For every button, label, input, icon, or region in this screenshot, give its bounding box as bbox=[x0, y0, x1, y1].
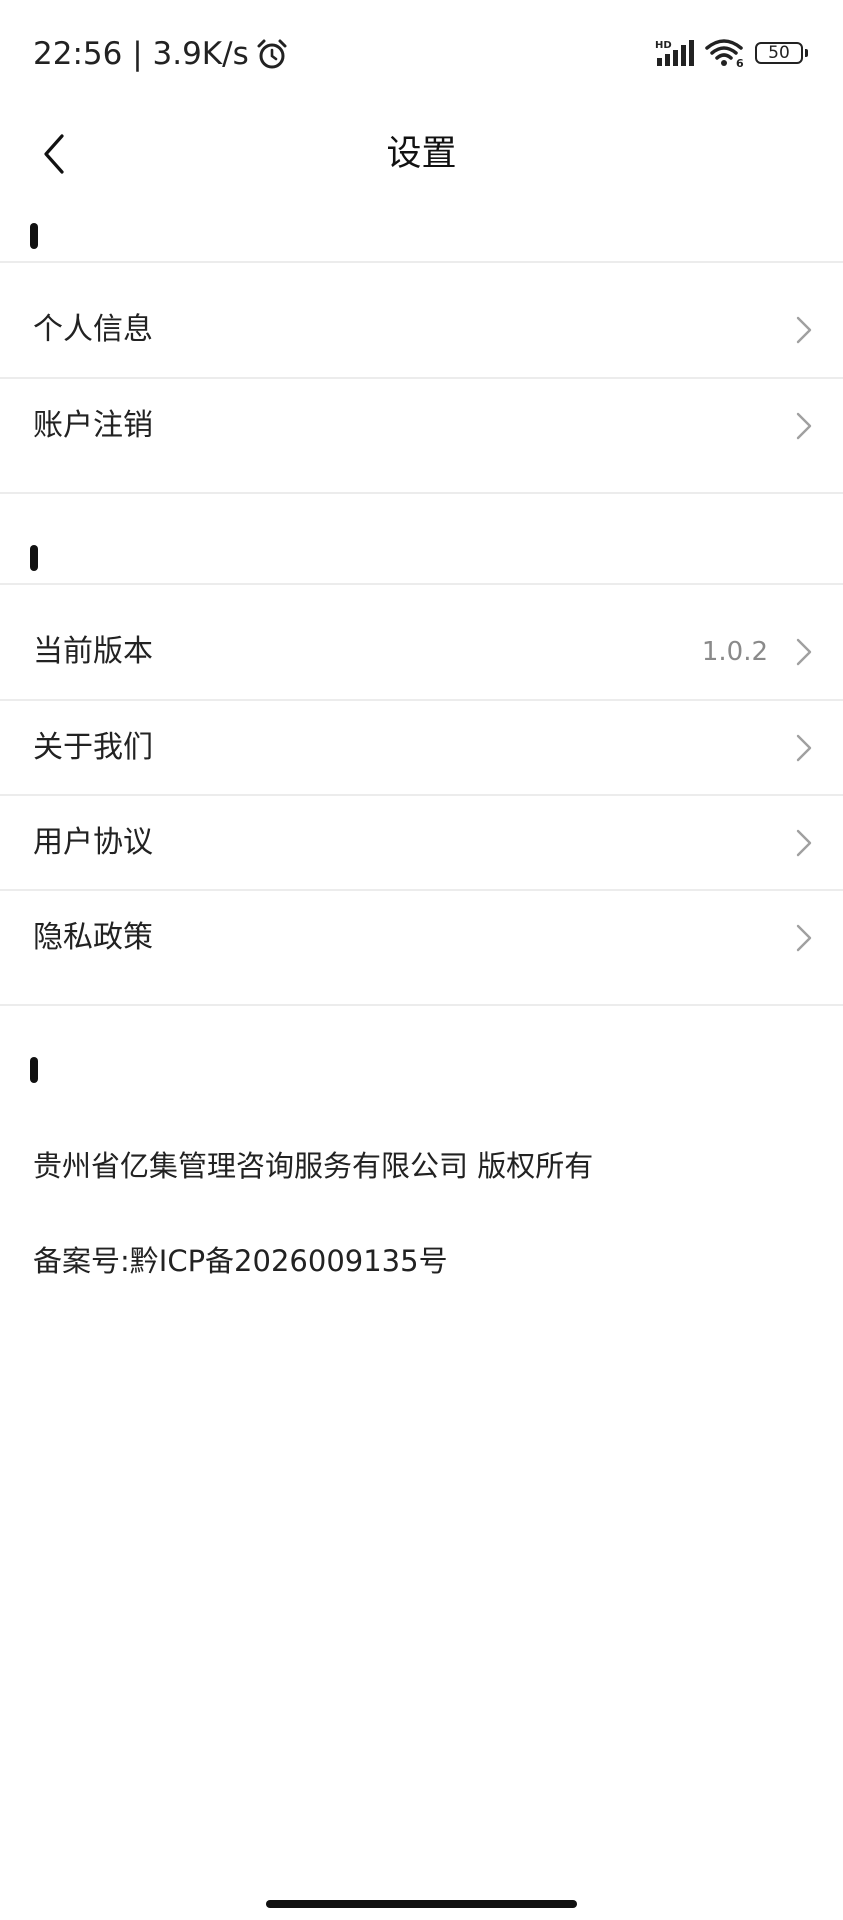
row-label: 关于我们 bbox=[33, 730, 153, 765]
chevron-right-icon bbox=[796, 316, 812, 344]
version-value: 1.0.2 bbox=[701, 637, 768, 667]
cellular-signal-icon: HD bbox=[655, 40, 694, 66]
chevron-right-icon bbox=[796, 829, 812, 857]
status-right: HD 6 50 bbox=[645, 36, 808, 70]
row-label: 账户注销 bbox=[33, 408, 153, 443]
battery-level: 50 bbox=[768, 43, 790, 63]
chevron-right-icon bbox=[796, 638, 812, 666]
row-label: 个人信息 bbox=[33, 312, 153, 347]
section-marker bbox=[30, 1057, 38, 1083]
chevron-right-icon bbox=[796, 734, 812, 762]
row-label: 用户协议 bbox=[33, 825, 153, 860]
settings-row-about-us[interactable]: 关于我们 bbox=[0, 701, 843, 795]
status-bar: 22:56 | 3.9K/s HD 6 50 bbox=[0, 0, 843, 104]
status-time-speed: 22:56 | 3.9K/s bbox=[33, 36, 249, 72]
settings-page: 22:56 | 3.9K/s HD 6 50 设置 个人信息 账户注销 当前版本… bbox=[0, 0, 843, 1920]
settings-row-current-version[interactable]: 当前版本 1.0.2 bbox=[0, 605, 843, 699]
header: 设置 bbox=[0, 104, 843, 208]
home-indicator[interactable] bbox=[266, 1900, 577, 1908]
icp-record-text: 备案号:黔ICP备2026009135号 bbox=[33, 1244, 448, 1278]
divider bbox=[0, 583, 843, 585]
section-marker bbox=[30, 545, 38, 571]
chevron-right-icon bbox=[796, 924, 812, 952]
divider bbox=[0, 1004, 843, 1006]
page-title: 设置 bbox=[386, 134, 457, 174]
status-left: 22:56 | 3.9K/s bbox=[33, 34, 289, 74]
settings-row-personal-info[interactable]: 个人信息 bbox=[0, 283, 843, 377]
settings-row-privacy-policy[interactable]: 隐私政策 bbox=[0, 891, 843, 985]
row-label: 隐私政策 bbox=[33, 920, 153, 955]
copyright-text: 贵州省亿集管理咨询服务有限公司 版权所有 bbox=[33, 1149, 594, 1183]
settings-row-user-agreement[interactable]: 用户协议 bbox=[0, 796, 843, 890]
wifi-icon: 6 bbox=[705, 39, 744, 68]
divider bbox=[0, 261, 843, 263]
alarm-icon bbox=[257, 39, 287, 69]
battery-icon: 50 bbox=[755, 42, 808, 64]
network-badge: HD bbox=[655, 40, 672, 51]
wifi-badge: 6 bbox=[736, 57, 744, 68]
chevron-right-icon bbox=[796, 412, 812, 440]
section-marker bbox=[30, 223, 38, 249]
divider bbox=[0, 492, 843, 494]
settings-row-account-cancel[interactable]: 账户注销 bbox=[0, 379, 843, 473]
row-label: 当前版本 bbox=[33, 634, 153, 669]
